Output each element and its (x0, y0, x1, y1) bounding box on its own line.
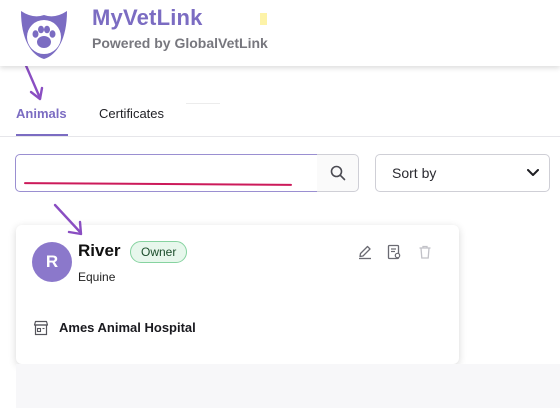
content-background (16, 364, 560, 408)
tab-animals[interactable]: Animals (16, 106, 67, 121)
sort-label: Sort by (392, 165, 437, 181)
edit-button[interactable] (354, 241, 376, 263)
owner-badge: Owner (130, 241, 188, 263)
highlight-mark (260, 13, 267, 25)
animal-card[interactable]: R River Owner Equine Ames Animal Hospita… (16, 225, 459, 364)
delete-button[interactable] (414, 241, 436, 263)
tab-divider (186, 103, 220, 104)
avatar: R (32, 242, 72, 282)
annotation-arrow-icon (53, 203, 83, 236)
clinic-name: Ames Animal Hospital (59, 320, 196, 335)
trash-icon (419, 245, 431, 259)
active-tab-indicator (16, 134, 68, 136)
pencil-icon (359, 245, 371, 260)
paw-shield-logo[interactable] (15, 5, 73, 63)
app-subtitle: Powered by GlobalVetLink (92, 35, 268, 51)
search-field[interactable] (15, 154, 318, 192)
search-button[interactable] (317, 154, 359, 192)
app-title: MyVetLink (92, 5, 203, 30)
animal-species: Equine (78, 270, 116, 284)
building-icon (33, 320, 49, 336)
certificate-button[interactable] (383, 241, 405, 263)
tab-bar: Animals Certificates (0, 100, 560, 137)
chevron-down-icon (527, 169, 539, 176)
animal-name[interactable]: River (78, 241, 121, 261)
certificate-icon (387, 244, 401, 260)
search-icon (330, 165, 345, 181)
sort-select[interactable]: Sort by (375, 154, 550, 192)
tab-certificates[interactable]: Certificates (99, 106, 164, 121)
app-header: MyVetLink Powered by GlobalVetLink (0, 0, 560, 66)
